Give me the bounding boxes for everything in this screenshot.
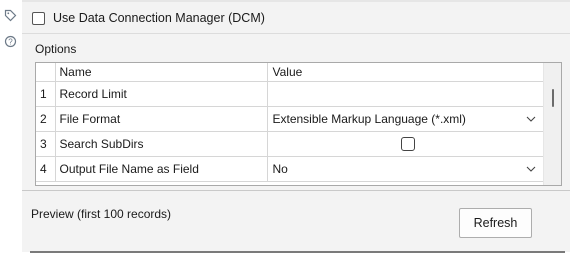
preview-section: Preview (first 100 records) Refresh bbox=[22, 190, 570, 253]
file-format-value: Extensible Markup Language (*.xml) bbox=[272, 111, 466, 126]
table-row[interactable]: 4 Output File Name as Field No bbox=[36, 156, 545, 182]
dcm-option[interactable]: Use Data Connection Manager (DCM) bbox=[32, 9, 265, 27]
option-name-output-file-name: Output File Name as Field bbox=[55, 156, 268, 182]
row-index: 3 bbox=[36, 131, 56, 157]
scrollbar-thumb[interactable] bbox=[552, 89, 554, 107]
options-grid: Name Value 1 Record Limit 2 File Format … bbox=[35, 62, 562, 186]
preview-label: Preview (first 100 records) bbox=[31, 207, 172, 221]
tag-icon[interactable] bbox=[4, 9, 17, 25]
name-column-header: Name bbox=[55, 63, 268, 82]
search-subdirs-checkbox[interactable] bbox=[401, 136, 415, 151]
option-name-search-subdirs: Search SubDirs bbox=[55, 131, 268, 157]
row-index: 2 bbox=[36, 106, 56, 132]
search-subdirs-cell bbox=[267, 131, 545, 157]
grid-vertical-scrollbar[interactable] bbox=[543, 63, 561, 185]
help-circle-icon[interactable]: ? bbox=[4, 35, 17, 51]
table-row[interactable]: 3 Search SubDirs bbox=[36, 131, 545, 157]
option-name-file-format: File Format bbox=[55, 106, 268, 132]
output-file-name-value: No bbox=[272, 161, 288, 176]
table-row[interactable]: 2 File Format Extensible Markup Language… bbox=[36, 106, 545, 132]
row-index: 4 bbox=[36, 156, 56, 182]
chevron-down-icon[interactable] bbox=[526, 165, 536, 173]
svg-text:?: ? bbox=[8, 37, 13, 46]
file-format-dropdown[interactable]: Extensible Markup Language (*.xml) bbox=[267, 106, 545, 132]
option-name-record-limit: Record Limit bbox=[55, 81, 268, 107]
options-title: Options bbox=[35, 42, 77, 56]
left-toolbar: ? bbox=[0, 0, 22, 252]
value-column-header: Value bbox=[267, 63, 545, 82]
refresh-button[interactable]: Refresh bbox=[459, 208, 532, 238]
top-divider bbox=[22, 0, 570, 2]
configuration-panel: Use Data Connection Manager (DCM) Option… bbox=[22, 0, 570, 253]
chevron-down-icon[interactable] bbox=[526, 115, 536, 123]
dcm-label: Use Data Connection Manager (DCM) bbox=[53, 11, 265, 25]
output-file-name-dropdown[interactable]: No bbox=[267, 156, 545, 182]
section-divider bbox=[22, 33, 570, 34]
grid-header-row: Name Value bbox=[36, 63, 545, 82]
row-index: 1 bbox=[36, 81, 56, 107]
dcm-checkbox[interactable] bbox=[32, 11, 45, 25]
row-index-header bbox=[36, 63, 56, 82]
table-row[interactable]: 1 Record Limit bbox=[36, 81, 545, 107]
record-limit-input[interactable] bbox=[267, 81, 545, 107]
